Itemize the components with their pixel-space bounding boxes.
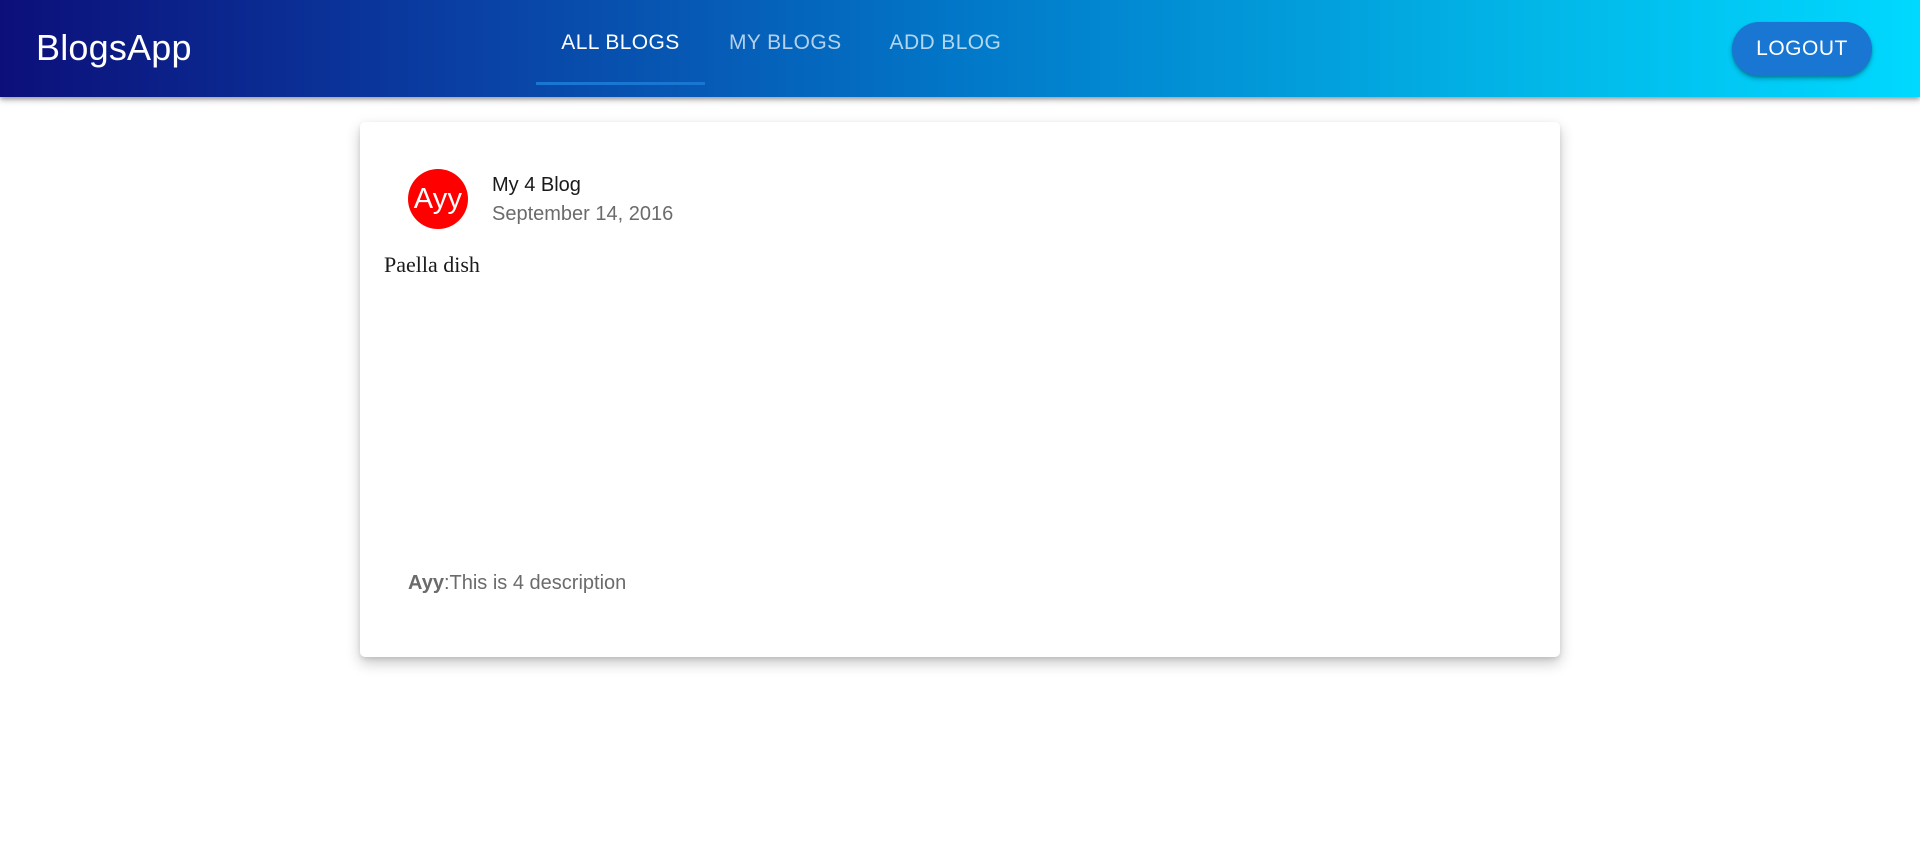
blog-image: Paella dish — [384, 252, 1536, 522]
avatar: Ayy — [408, 169, 468, 229]
blog-author: Ayy — [408, 572, 444, 594]
active-tab-indicator — [536, 82, 705, 85]
logout-button[interactable]: LOGOUT — [1732, 22, 1872, 76]
nav-tabs: ALL BLOGS MY BLOGS ADD BLOG — [536, 0, 1025, 97]
blog-card: Ayy My 4 Blog September 14, 2016 Paella … — [360, 122, 1560, 657]
tab-my-blogs-label: MY BLOGS — [729, 30, 842, 54]
blog-header-text: My 4 Blog September 14, 2016 — [492, 171, 673, 229]
blog-description: Ayy:This is 4 description — [408, 569, 626, 597]
blog-card-header: Ayy My 4 Blog September 14, 2016 — [408, 169, 673, 229]
blog-date: September 14, 2016 — [492, 203, 674, 225]
blog-title: My 4 Blog — [492, 174, 581, 196]
app-brand: BlogsApp — [36, 27, 192, 68]
tab-my-blogs[interactable]: MY BLOGS — [705, 0, 866, 85]
tab-all-blogs[interactable]: ALL BLOGS — [536, 0, 705, 85]
tab-add-blog[interactable]: ADD BLOG — [866, 0, 1026, 85]
tab-all-blogs-label: ALL BLOGS — [561, 30, 680, 54]
blog-image-alt-text: Paella dish — [384, 252, 480, 277]
app-bar: BlogsApp ALL BLOGS MY BLOGS ADD BLOG LOG… — [0, 0, 1920, 97]
blog-description-text: This is 4 description — [449, 572, 627, 594]
tab-add-blog-label: ADD BLOG — [889, 30, 1002, 54]
